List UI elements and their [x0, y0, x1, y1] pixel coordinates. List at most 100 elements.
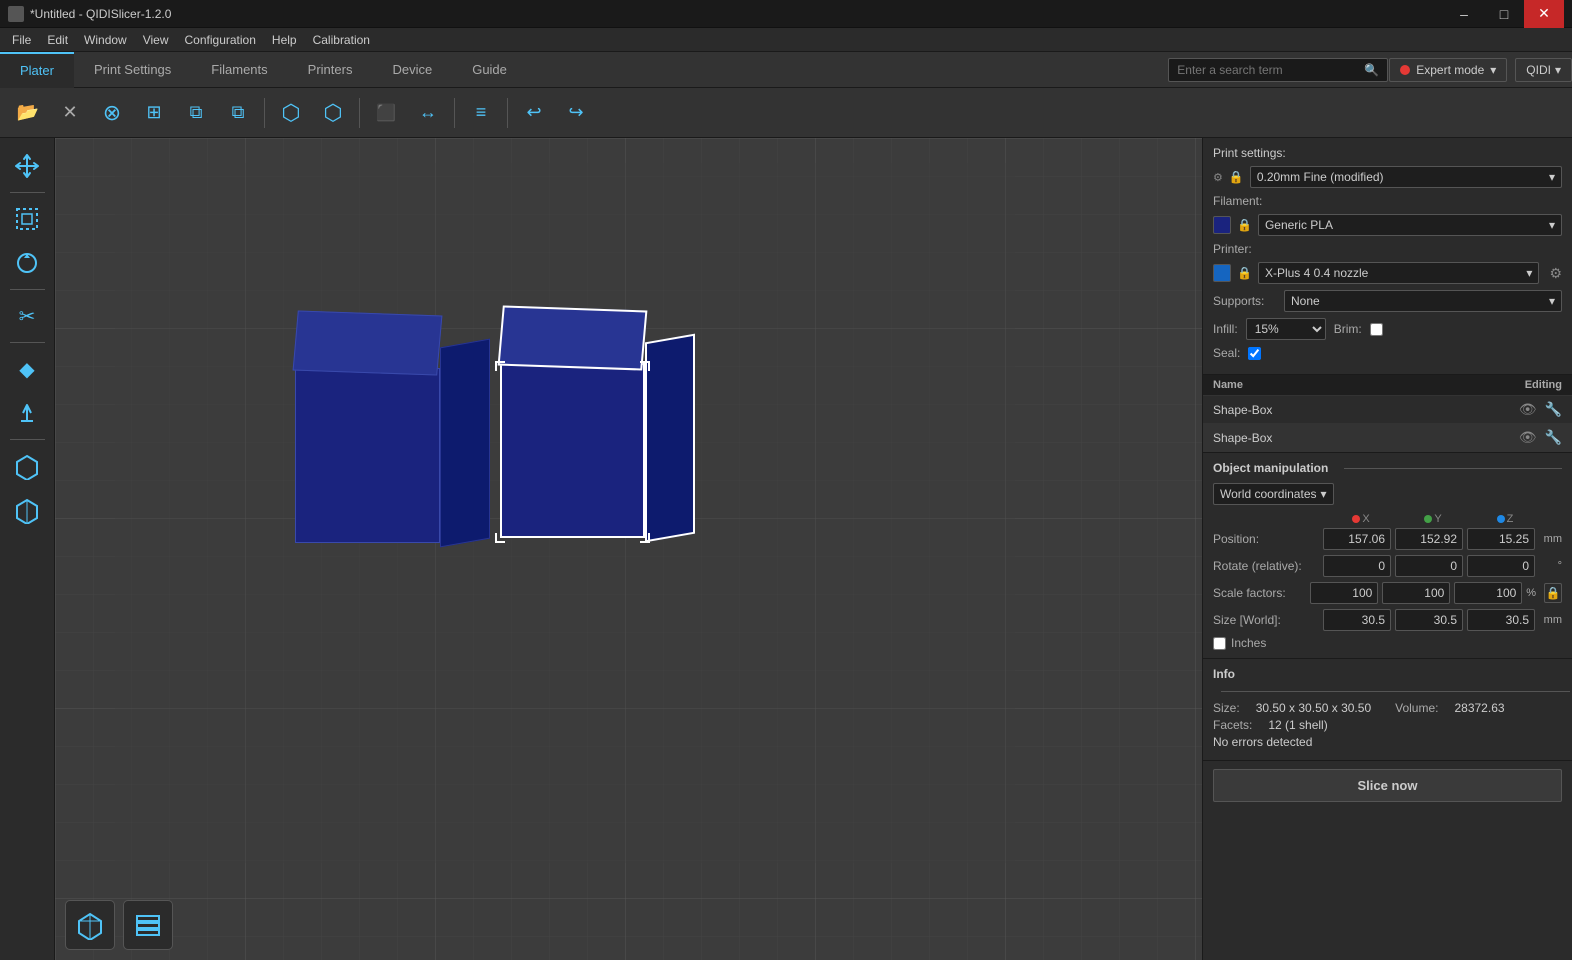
open-file-button[interactable]: 📂 [8, 93, 48, 133]
filament-chevron: ▾ [1549, 218, 1555, 232]
copy-button[interactable]: ⧉ [176, 93, 216, 133]
qidi-button[interactable]: QIDI ▾ [1515, 58, 1572, 82]
toolbar: 📂 ✕ ⊗ ⊞ ⧉ ⧉ ⬡ ⬡ ⬛ ↔ ≡ ↩ ↪ [0, 88, 1572, 138]
supports-value: None [1291, 294, 1320, 308]
size-x-input[interactable] [1323, 609, 1391, 631]
cut-tool[interactable]: ✂ [7, 296, 47, 336]
rotate-tool[interactable] [7, 243, 47, 283]
printer-settings-icon[interactable]: ⚙ [1549, 265, 1562, 282]
menu-view[interactable]: View [135, 31, 177, 49]
profile-dropdown[interactable]: 0.20mm Fine (modified) ▾ [1250, 166, 1562, 188]
object-name-2: Shape-Box [1213, 431, 1519, 445]
object-edit-2[interactable]: 🔧 [1545, 429, 1562, 446]
tab-device[interactable]: Device [372, 52, 452, 88]
rotate-y-input[interactable] [1395, 555, 1463, 577]
inches-label: Inches [1231, 636, 1266, 650]
position-label: Position: [1213, 532, 1323, 546]
3d-view-icon[interactable] [65, 900, 115, 950]
maximize-button[interactable]: □ [1484, 0, 1524, 28]
orient-tool[interactable] [7, 490, 47, 530]
minimize-button[interactable]: – [1444, 0, 1484, 28]
position-y-input[interactable] [1395, 528, 1463, 550]
menu-configuration[interactable]: Configuration [177, 31, 264, 49]
expert-chevron: ▾ [1490, 63, 1496, 77]
split-button[interactable]: ⬛ [366, 93, 406, 133]
tab-plater[interactable]: Plater [0, 52, 74, 88]
position-x-input[interactable] [1323, 528, 1391, 550]
volume-label: Volume: [1395, 701, 1438, 715]
object-visibility-2[interactable]: 👁 [1519, 429, 1537, 446]
filament-dropdown[interactable]: Generic PLA ▾ [1258, 214, 1562, 236]
expert-mode-button[interactable]: Expert mode ▾ [1389, 58, 1507, 82]
inches-checkbox[interactable] [1213, 637, 1226, 650]
object-manipulation-section: Object manipulation World coordinates ▾ … [1203, 453, 1572, 659]
explode-button[interactable]: ⬡ [313, 93, 353, 133]
menu-calibration[interactable]: Calibration [305, 31, 378, 49]
move-tool[interactable] [7, 146, 47, 186]
arrange-button[interactable]: ⊞ [134, 93, 174, 133]
mirror-button[interactable]: ↔ [408, 93, 448, 133]
viewport[interactable] [55, 138, 1202, 960]
rotate-row: Rotate (relative): ° [1213, 555, 1562, 577]
slice-button[interactable]: Slice now [1213, 769, 1562, 802]
paint-tool[interactable]: ◆ [7, 349, 47, 389]
filament-value: Generic PLA [1265, 218, 1333, 232]
right-panel: Print settings: ⚙ 🔒 0.20mm Fine (modifie… [1202, 138, 1572, 960]
close-button[interactable]: ✕ [1524, 0, 1564, 28]
search-input[interactable] [1168, 58, 1388, 82]
tab-guide[interactable]: Guide [452, 52, 527, 88]
object-manipulation-title: Object manipulation [1213, 461, 1328, 475]
rotate-z-input[interactable] [1467, 555, 1535, 577]
object-tool[interactable] [7, 446, 47, 486]
search-area: 🔍 [1168, 58, 1379, 82]
support-tool[interactable] [7, 393, 47, 433]
scale-lock-button[interactable]: 🔒 [1544, 583, 1562, 603]
facets-label: Facets: [1213, 718, 1252, 732]
menu-edit[interactable]: Edit [39, 31, 76, 49]
menu-file[interactable]: File [4, 31, 39, 49]
object-visibility-1[interactable]: 👁 [1519, 401, 1537, 418]
col-name: Name [1213, 379, 1525, 391]
object-row-2[interactable]: Shape-Box 👁 🔧 [1203, 424, 1572, 452]
position-z-input[interactable] [1467, 528, 1535, 550]
size-info-value: 30.50 x 30.50 x 30.50 [1256, 701, 1371, 715]
tab-printers[interactable]: Printers [288, 52, 373, 88]
menu-help[interactable]: Help [264, 31, 305, 49]
object-edit-1[interactable]: 🔧 [1545, 401, 1562, 418]
size-y-input[interactable] [1395, 609, 1463, 631]
scale-y-input[interactable] [1382, 582, 1450, 604]
scale-tool[interactable] [7, 199, 47, 239]
size-inputs [1323, 609, 1540, 631]
object-name-1: Shape-Box [1213, 403, 1519, 417]
seal-checkbox[interactable] [1248, 347, 1261, 360]
menu-window[interactable]: Window [76, 31, 135, 49]
coord-system-dropdown[interactable]: World coordinates ▾ [1213, 483, 1334, 505]
size-z-input[interactable] [1467, 609, 1535, 631]
add-shape-button[interactable]: ⬡ [271, 93, 311, 133]
rotate-inputs [1323, 555, 1554, 577]
printer-dropdown[interactable]: X-Plus 4 0.4 nozzle ▾ [1258, 262, 1539, 284]
scale-x-input[interactable] [1310, 582, 1378, 604]
tab-print-settings[interactable]: Print Settings [74, 52, 191, 88]
layers-view-icon[interactable] [123, 900, 173, 950]
rotate-x-input[interactable] [1323, 555, 1391, 577]
supports-dropdown[interactable]: None ▾ [1284, 290, 1562, 312]
object-manipulation-header: Object manipulation [1213, 461, 1562, 475]
x-header: X [1327, 513, 1395, 525]
object-icons-1: 👁 🔧 [1519, 401, 1562, 418]
infill-dropdown[interactable]: 15% 20% 30% [1246, 318, 1326, 340]
object-row-1[interactable]: Shape-Box 👁 🔧 [1203, 396, 1572, 424]
tab-filaments[interactable]: Filaments [191, 52, 287, 88]
layers-button[interactable]: ≡ [461, 93, 501, 133]
left-toolbar-separator-1 [10, 192, 45, 193]
printer-value: X-Plus 4 0.4 nozzle [1265, 266, 1368, 280]
undo-button[interactable]: ↩ [514, 93, 554, 133]
delete-button[interactable]: ✕ [50, 93, 90, 133]
redo-button[interactable]: ↪ [556, 93, 596, 133]
y-label: Y [1434, 513, 1441, 525]
scale-z-input[interactable] [1454, 582, 1522, 604]
coord-system-row: World coordinates ▾ [1213, 483, 1562, 505]
copy-alt-button[interactable]: ⧉ [218, 93, 258, 133]
remove-object-button[interactable]: ⊗ [92, 93, 132, 133]
brim-checkbox[interactable] [1370, 323, 1383, 336]
